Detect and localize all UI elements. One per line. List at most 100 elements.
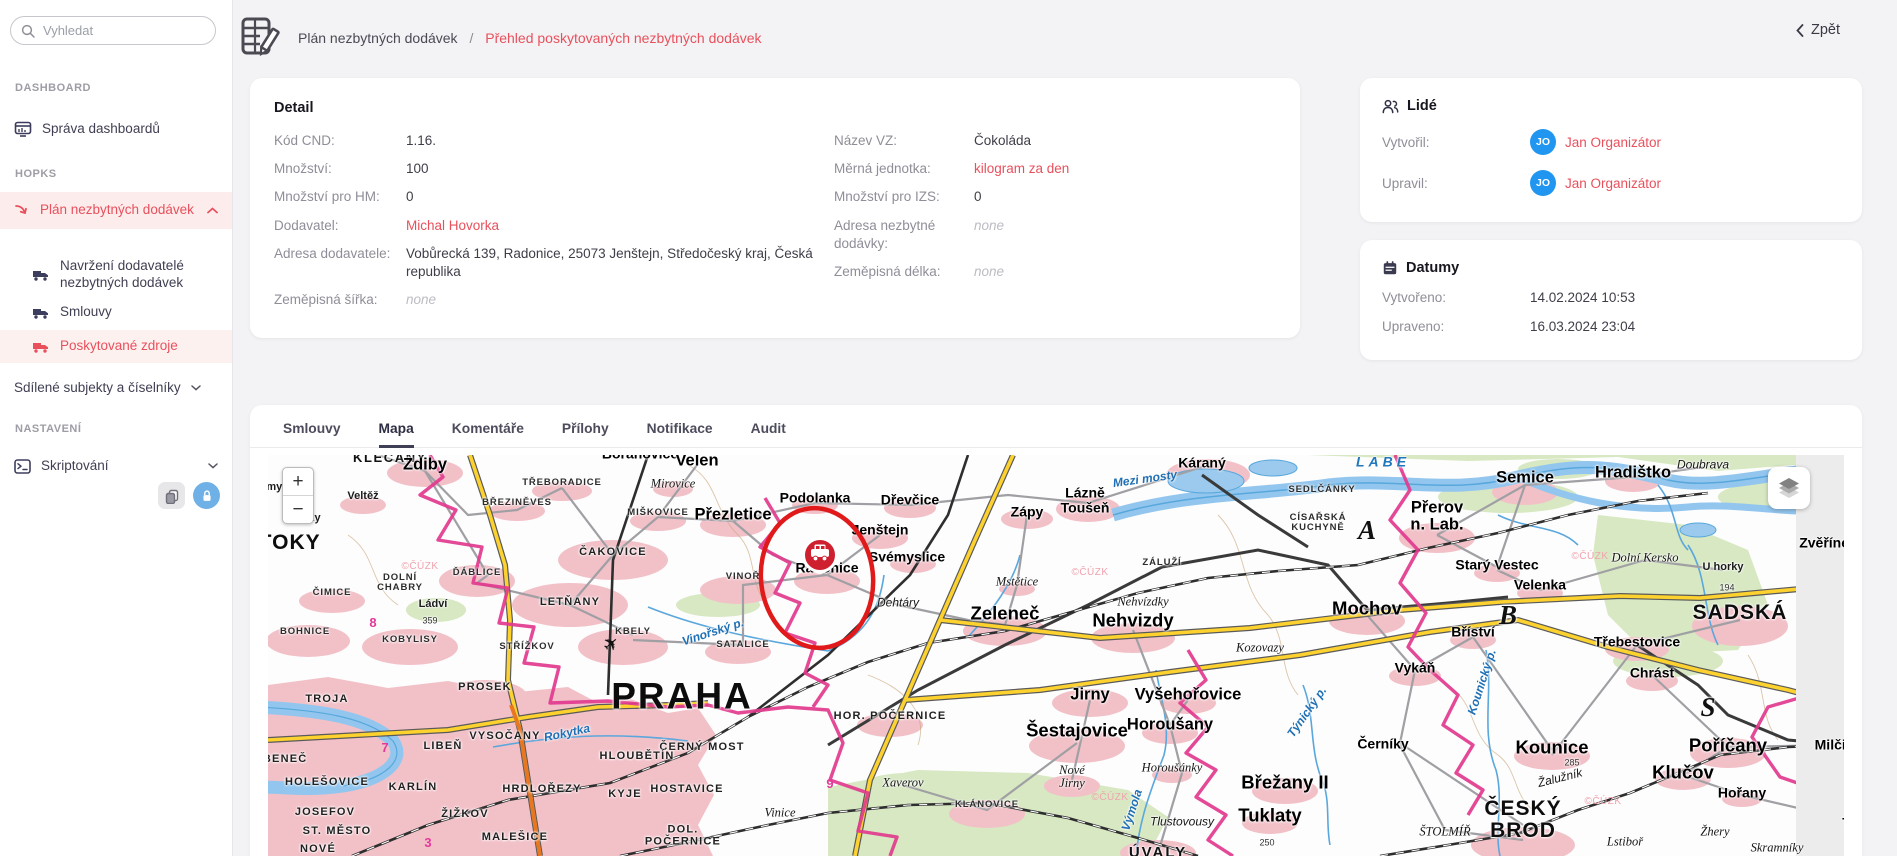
map-label: 3 [424,836,431,850]
map-label: Mochov [1332,598,1402,617]
map-label: Přerov n. Lab. [1410,500,1463,535]
copy-button[interactable] [158,482,185,509]
map-label: MALEŠICE [482,832,548,844]
people-rows: Vytvořil:JOJan OrganizátorUpravil:JOJan … [1382,129,1840,196]
detail-field-row: Adresa dodavatele:Vobůrecká 139, Radonic… [274,245,834,281]
date-label: Vytvořeno: [1382,290,1530,305]
detail-field-row: Množství pro HM:0 [274,188,834,206]
map-label: Svémyslice [869,550,945,565]
sidebar-item-sprava-dashboardu[interactable]: Správa dashboardů [0,112,232,146]
sidebar-item-navrzeni-dodavatele[interactable]: Navržení dodavatelé nezbytných dodávek [0,250,232,300]
sidebar-item-label: Navržení dodavatelé nezbytných dodávek [60,258,218,292]
person-name-link[interactable]: Jan Organizátor [1565,176,1661,191]
field-label: Adresa nezbytné dodávky: [834,217,974,253]
map-watermark: ©ČÚZK [1584,797,1621,808]
map-labels: KLECANYZdibyBořanoviceVelenMirovicePřemy… [268,455,1844,856]
field-value: none [974,217,1004,253]
map-label: Přezletice [694,506,771,523]
map-label: Břežany II [1241,772,1328,791]
map-label: ST. MĚSTO [303,826,372,838]
tab-notifikace[interactable]: Notifikace [647,421,713,447]
sidebar-item-smlouvy[interactable]: Smlouvy [0,296,232,329]
map-label: ŽIŽKOV [441,809,489,821]
search-input[interactable]: Vyhledat [10,16,216,45]
sidebar-item-skriptovani[interactable]: Skriptování [0,450,232,483]
map-watermark: ©ČÚZK [1571,552,1608,563]
breadcrumb-parent[interactable]: Plán nezbytných dodávek [298,30,458,46]
map-label: Bořanovice [602,455,678,461]
map[interactable]: KLECANYZdibyBořanoviceVelenMirovicePřemy… [268,455,1844,856]
field-value-link[interactable]: Michal Hovorka [406,217,499,235]
map-label: 9 [826,777,833,791]
search-placeholder: Vyhledat [43,23,93,38]
map-label: Ládví [419,599,448,611]
map-label: BOHNICE [280,627,330,637]
back-button[interactable]: Zpět [1796,22,1840,38]
map-label: Semice [1496,469,1554,486]
map-label: KBELY [615,627,651,637]
map-label: Mirovice [651,477,696,490]
tab-komentare[interactable]: Komentáře [452,421,524,447]
map-label: LABE [1356,455,1410,469]
map-watermark: ©ČÚZK [401,562,438,573]
map-label: Radonice [795,561,858,576]
map-label: MIŠKOVICE [627,508,688,518]
map-label: DOL. POČERNICE [645,824,721,847]
person-name-link[interactable]: Jan Organizátor [1565,135,1661,150]
map-label: HOSTAVICE [650,784,723,796]
field-label: Název VZ: [834,132,974,150]
map-label: U horky [1703,562,1744,574]
sidebar-section-hopks: HOPKS [15,168,57,180]
lock-button[interactable] [193,482,220,509]
search-icon [21,24,35,38]
map-label: Horoušánky [1142,761,1203,774]
sidebar-item-poskytovane-zdroje[interactable]: Poskytované zdroje [0,330,232,363]
dates-panel: Datumy Vytvořeno:14.02.2024 10:53Upraven… [1360,240,1862,360]
map-zoom-control: + − [282,467,314,524]
zoom-out-button[interactable]: − [283,496,313,523]
field-value-link[interactable]: kilogram za den [974,160,1069,178]
map-label: Kozovazy [1236,641,1284,654]
map-label: Skramníky [1751,841,1804,854]
person-label: Vytvořil: [1382,135,1530,150]
map-label: Vyšehořovice [1135,686,1242,703]
map-label: LIBEŇ [424,741,463,753]
detail-field-row: Název VZ:Čokoláda [834,132,1276,150]
map-label: Zdiby [403,456,447,473]
map-label: ČAKOVICE [579,547,647,559]
sidebar-item-label: Poskytované zdroje [60,338,218,355]
tab-audit[interactable]: Audit [751,421,786,447]
map-label: Zeleneč [971,603,1040,622]
detail-title: Detail [274,100,1276,116]
map-label: Starý Vestec [1455,558,1538,573]
tab-mapa[interactable]: Mapa [379,421,414,448]
app-window: Vyhledat DASHBOARD Správa dashboardů HOP… [0,0,1897,856]
map-label: Rokytka [543,722,591,744]
map-watermark: ©ČÚZK [1071,568,1108,579]
sidebar-item-sdilene-subjekty[interactable]: Sdílené subjekty a číselníky [0,372,232,405]
field-label: Zeměpisná délka: [834,263,974,281]
map-label: KARLÍN [389,782,438,794]
map-label: Zápy [1011,505,1044,520]
dashboard-icon [14,120,32,138]
breadcrumb-current: Přehled poskytovaných nezbytných dodávek [485,30,761,46]
map-layers-button[interactable] [1768,467,1810,509]
map-label: Jirny [1070,686,1109,703]
sidebar-item-plan-nezbytnych-dodavek[interactable]: Plán nezbytných dodávek [0,192,232,229]
map-label: KYJE [608,789,642,801]
sidebar: Vyhledat DASHBOARD Správa dashboardů HOP… [0,0,233,856]
detail-field-row: Zeměpisná šířka:none [274,291,834,309]
map-label: Nehvizdy [1092,610,1173,629]
map-label: S [1700,693,1715,721]
map-label: Mezi mosty [1112,468,1178,489]
sidebar-item-label: Smlouvy [60,304,218,321]
zoom-in-button[interactable]: + [283,468,313,496]
map-label: Tuklaty [1238,805,1301,824]
tab-prilohy[interactable]: Přílohy [562,421,609,447]
chevron-down-icon [208,463,218,469]
tab-smlouvy[interactable]: Smlouvy [283,421,341,447]
map-label: Černíky [1357,737,1408,752]
map-label: Žhery [1700,825,1729,838]
lock-icon [199,488,215,504]
map-label: Hradištko [1595,464,1671,481]
